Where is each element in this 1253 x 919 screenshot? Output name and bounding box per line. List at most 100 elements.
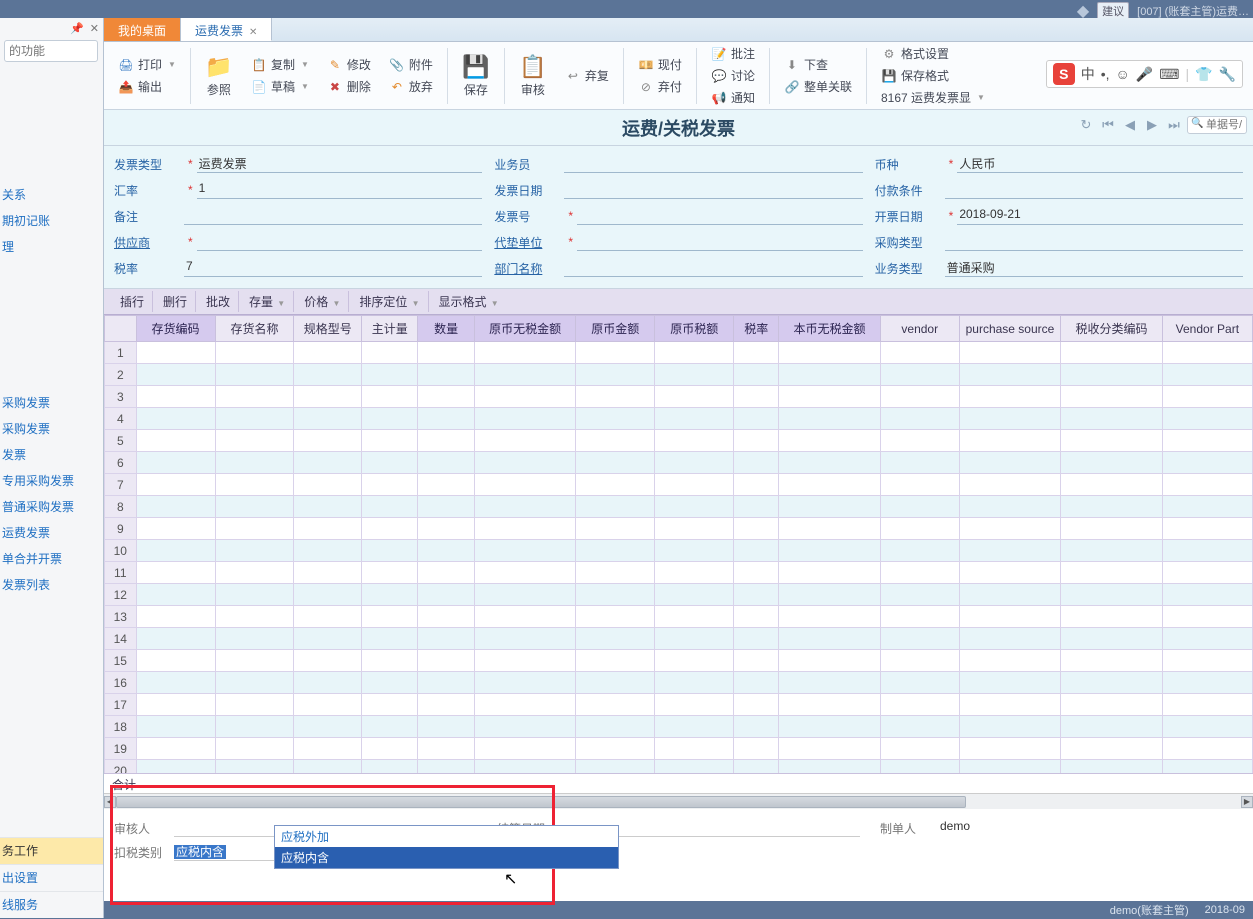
open-field[interactable]: 2018-09-21 (957, 207, 1243, 225)
sidebar-close-icon[interactable]: ✕ (90, 22, 99, 35)
table-row[interactable]: 4 (105, 408, 1253, 430)
table-row[interactable]: 1 (105, 342, 1253, 364)
doc-search-input[interactable] (1187, 116, 1247, 134)
supplier-label[interactable]: 供应商 (114, 234, 184, 251)
curr-field[interactable]: 人民币 (957, 155, 1243, 173)
tab[interactable]: 运费发票✕ (181, 18, 272, 41)
grid-toolbar-btn[interactable]: 删行 (155, 291, 196, 312)
sidebar-item[interactable]: 采购发票 (0, 390, 103, 416)
grid-col-header[interactable]: 存货名称 (215, 316, 294, 342)
notify-button[interactable]: 📢通知 (707, 88, 759, 108)
biztype-field[interactable]: 普通采购 (945, 259, 1243, 277)
ime-wrench-icon[interactable]: 🔧 (1219, 66, 1236, 83)
ime-mic-icon[interactable]: 🎤 (1136, 66, 1153, 83)
scroll-right-icon[interactable]: ▶ (1241, 796, 1253, 808)
grid-toolbar-btn[interactable]: 价格 ▼ (296, 291, 349, 312)
table-row[interactable]: 11 (105, 562, 1253, 584)
table-row[interactable]: 7 (105, 474, 1253, 496)
grid-toolbar-btn[interactable]: 插行 (112, 291, 153, 312)
ime-person-icon[interactable]: 👕 (1195, 66, 1212, 83)
sidebar-item[interactable]: 采购发票 (0, 416, 103, 442)
grid-col-header[interactable]: 原币税额 (655, 316, 734, 342)
ime-keyboard-icon[interactable]: ⌨ (1159, 66, 1179, 83)
grid-toolbar-btn[interactable]: 批改 (198, 291, 239, 312)
save-button[interactable]: 💾保存 (454, 51, 498, 100)
table-row[interactable]: 15 (105, 650, 1253, 672)
horizontal-scrollbar[interactable]: ◀ ▶ (104, 793, 1253, 809)
num-field[interactable] (577, 207, 863, 225)
deduct-dropdown[interactable]: 应税外加应税内含 (274, 825, 619, 869)
table-row[interactable]: 17 (105, 694, 1253, 716)
abandon-pay-button[interactable]: ⊘弃付 (634, 77, 686, 97)
rollback-button[interactable]: ↩弃复 (561, 66, 613, 86)
table-row[interactable]: 10 (105, 540, 1253, 562)
grid-col-header[interactable]: Vendor Part (1162, 316, 1252, 342)
table-row[interactable]: 5 (105, 430, 1253, 452)
sidebar-item[interactable]: 专用采购发票 (0, 468, 103, 494)
template-select[interactable]: 8167 运费发票显▼ (877, 88, 989, 108)
audit-button[interactable]: 📋审核 (511, 51, 555, 100)
modify-button[interactable]: ✎修改 (323, 55, 375, 75)
sidebar-search-input[interactable] (4, 40, 98, 62)
tax-field[interactable]: 7 (184, 259, 482, 277)
table-row[interactable]: 9 (105, 518, 1253, 540)
agent-label[interactable]: 代垫单位 (494, 234, 564, 251)
ime-emoji-icon[interactable]: ☺ (1116, 66, 1130, 82)
grid-col-header[interactable]: vendor (880, 316, 959, 342)
tab[interactable]: 我的桌面 (104, 18, 181, 41)
grid[interactable]: 存货编码存货名称规格型号主计量数量原币无税金额原币金额原币税额税率本币无税金额v… (104, 315, 1253, 773)
next-icon[interactable]: ▶ (1143, 116, 1161, 134)
prev-icon[interactable]: ◀ (1121, 116, 1139, 134)
grid-col-header[interactable]: 原币无税金额 (474, 316, 575, 342)
assoc-button[interactable]: 🔗整单关联 (780, 77, 856, 97)
attach-button[interactable]: 📎附件 (385, 55, 437, 75)
table-row[interactable]: 18 (105, 716, 1253, 738)
scroll-thumb[interactable] (116, 796, 966, 808)
supplier-field[interactable] (197, 233, 483, 251)
table-row[interactable]: 12 (105, 584, 1253, 606)
approve-button[interactable]: 📝批注 (707, 44, 759, 64)
grid-col-header[interactable]: 主计量 (362, 316, 418, 342)
ime-toolbar[interactable]: S 中 •, ☺ 🎤 ⌨ | 👕 🔧 (1046, 60, 1243, 88)
discard-button[interactable]: ↶放弃 (385, 77, 437, 97)
print-button[interactable]: 🖨打印▼ (114, 55, 180, 75)
sidebar-item[interactable]: 期初记账 (0, 208, 103, 234)
table-row[interactable]: 16 (105, 672, 1253, 694)
sidebar-item[interactable]: 关系 (0, 182, 103, 208)
table-row[interactable]: 14 (105, 628, 1253, 650)
export-button[interactable]: 📤输出 (114, 77, 180, 97)
rate-field[interactable]: 1 (197, 181, 483, 199)
grid-col-header[interactable]: 税收分类编码 (1061, 316, 1162, 342)
sidebar-item[interactable]: 线服务 (0, 891, 103, 918)
table-row[interactable]: 8 (105, 496, 1253, 518)
pay-button[interactable]: 💴现付 (634, 55, 686, 75)
grid-col-header[interactable] (105, 316, 137, 342)
purch-field[interactable] (945, 233, 1243, 251)
dept-label[interactable]: 部门名称 (494, 260, 564, 277)
delete-button[interactable]: ✖删除 (323, 77, 375, 97)
sidebar-item[interactable]: 普通采购发票 (0, 494, 103, 520)
type-field[interactable]: 运费发票 (197, 155, 483, 173)
sidebar-item[interactable]: 发票列表 (0, 572, 103, 598)
format-button[interactable]: ⚙格式设置 (877, 44, 989, 64)
grid-toolbar-btn[interactable]: 排序定位 ▼ (351, 291, 428, 312)
scroll-left-icon[interactable]: ◀ (104, 796, 116, 808)
first-icon[interactable]: ⏮ (1099, 116, 1117, 134)
dept-field[interactable] (564, 259, 862, 277)
copy-button[interactable]: 📋复制▼ (247, 55, 313, 75)
tab-close-icon[interactable]: ✕ (249, 27, 257, 38)
ime-punct[interactable]: •, (1101, 66, 1110, 82)
grid-col-header[interactable]: 存货编码 (136, 316, 215, 342)
table-row[interactable]: 3 (105, 386, 1253, 408)
save-format-button[interactable]: 💾保存格式 (877, 66, 989, 86)
sidebar-item[interactable]: 单合并开票 (0, 546, 103, 572)
table-row[interactable]: 19 (105, 738, 1253, 760)
date-field[interactable] (564, 181, 862, 199)
biz-field[interactable] (564, 155, 862, 173)
grid-toolbar-btn[interactable]: 显示格式 ▼ (431, 291, 507, 312)
sidebar-item[interactable]: 务工作 (0, 837, 103, 864)
table-row[interactable]: 6 (105, 452, 1253, 474)
agent-field[interactable] (577, 233, 863, 251)
dropdown-option[interactable]: 应税外加 (275, 826, 618, 847)
grid-col-header[interactable]: 规格型号 (294, 316, 362, 342)
